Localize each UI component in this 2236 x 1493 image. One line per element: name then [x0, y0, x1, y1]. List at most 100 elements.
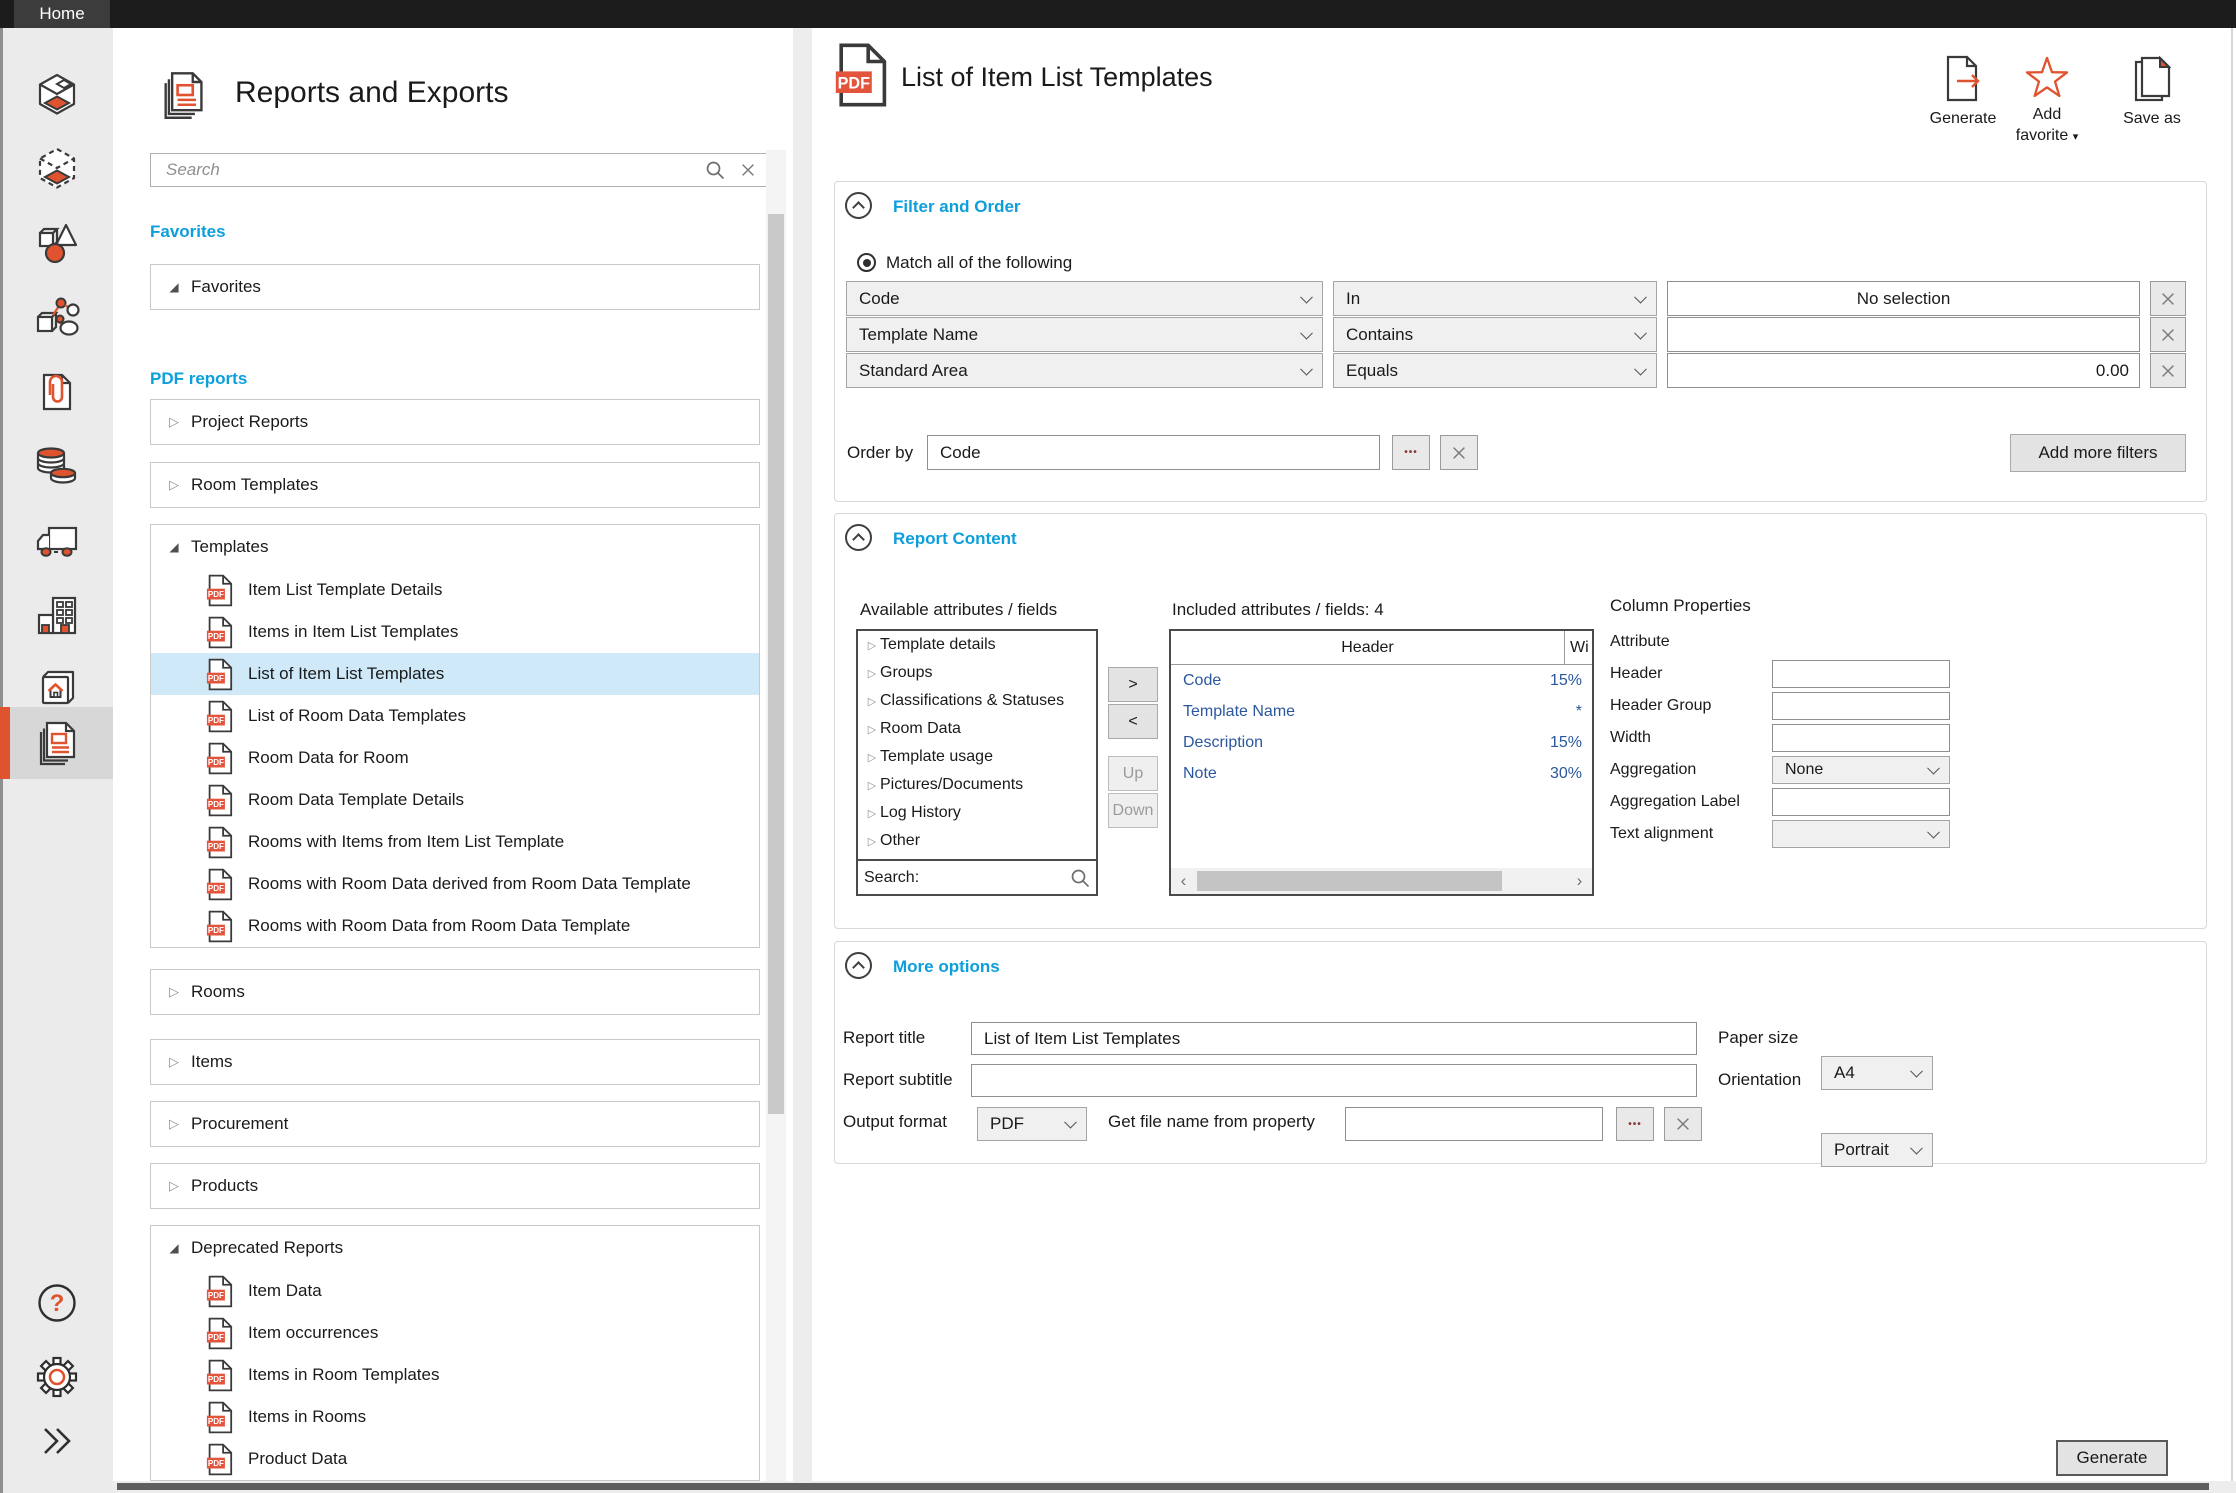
list-item[interactable]: Items in Room Templates — [151, 1354, 759, 1396]
save-as-button[interactable]: Save as — [2106, 56, 2198, 129]
list-item[interactable]: Item Data — [151, 1270, 759, 1312]
scrollbar-thumb[interactable] — [1197, 871, 1502, 891]
move-up-button[interactable]: Up — [1108, 756, 1158, 791]
attribute-dropdown[interactable]: Template Name — [846, 317, 1323, 352]
orientation-dropdown[interactable]: Portrait — [1821, 1133, 1933, 1167]
clear-order-button[interactable] — [1440, 435, 1478, 470]
list-item[interactable]: Room Data for Room — [151, 737, 759, 779]
header-input[interactable] — [1783, 664, 1939, 684]
add-favorite-button[interactable]: Add favorite ▾ — [1999, 56, 2095, 148]
filter-value-field[interactable] — [1667, 317, 2140, 352]
table-row[interactable]: Note30% — [1171, 758, 1592, 789]
group-header-deprecated[interactable]: ◢ Deprecated Reports — [151, 1226, 759, 1270]
report-title-input[interactable] — [982, 1028, 1686, 1050]
collapse-section-button[interactable] — [845, 524, 872, 551]
move-left-button[interactable]: < — [1108, 704, 1158, 739]
search-icon[interactable] — [705, 160, 725, 180]
table-row[interactable]: Template Name* — [1171, 696, 1592, 727]
attribute-dropdown[interactable]: Standard Area — [846, 353, 1323, 388]
attributes-search-row[interactable]: Search: — [858, 859, 1096, 894]
aggregation-dropdown[interactable]: None — [1772, 756, 1950, 784]
group-procurement[interactable]: ▷ Procurement — [150, 1101, 760, 1147]
group-project-reports[interactable]: ▷ Project Reports — [150, 399, 760, 445]
list-item[interactable]: ▷Classifications & Statuses — [858, 687, 1096, 715]
sidebar-item-reports-selected[interactable] — [0, 707, 113, 779]
expand-triangle-icon[interactable]: ◢ — [151, 1241, 189, 1255]
group-room-templates[interactable]: ▷ Room Templates — [150, 462, 760, 508]
list-item[interactable]: Rooms with Items from Item List Template — [151, 821, 759, 863]
list-item[interactable]: Items in Item List Templates — [151, 611, 759, 653]
list-item[interactable]: ▷Log History — [858, 799, 1096, 827]
settings-icon[interactable] — [33, 1353, 81, 1401]
list-item[interactable]: Rooms with Room Data derived from Room D… — [151, 863, 759, 905]
filename-clear-button[interactable] — [1664, 1107, 1702, 1141]
collapse-section-button[interactable] — [845, 952, 872, 979]
tab-home[interactable]: Home — [14, 0, 110, 28]
text-alignment-dropdown[interactable] — [1772, 820, 1950, 848]
filename-property-input[interactable] — [1356, 1113, 1592, 1135]
expand-icon[interactable] — [33, 1417, 81, 1465]
bottom-scrollbar-thumb[interactable] — [117, 1483, 2209, 1490]
list-item[interactable]: ▷Groups — [858, 659, 1096, 687]
attribute-dropdown[interactable]: Code — [846, 281, 1323, 316]
list-item[interactable]: ▷Template usage — [858, 743, 1096, 771]
generate-action-button[interactable]: Generate — [1917, 54, 2009, 129]
filter-value-field[interactable]: No selection — [1667, 281, 2140, 316]
output-format-dropdown[interactable]: PDF — [977, 1107, 1087, 1141]
remove-filter-button[interactable] — [2150, 353, 2186, 388]
remove-filter-button[interactable] — [2150, 317, 2186, 352]
list-item-selected[interactable]: List of Item List Templates — [151, 653, 759, 695]
list-item[interactable]: ▷Room Data — [858, 715, 1096, 743]
expand-triangle-icon[interactable]: ◢ — [151, 540, 189, 554]
remove-filter-button[interactable] — [2150, 281, 2186, 316]
model-icon[interactable] — [33, 71, 81, 119]
aggregation-label-input[interactable] — [1783, 792, 1939, 812]
operator-dropdown[interactable]: Equals — [1333, 353, 1657, 388]
model-outline-icon[interactable] — [33, 145, 81, 193]
move-down-button[interactable]: Down — [1108, 793, 1158, 828]
list-item[interactable]: ▷Template details — [858, 631, 1096, 659]
list-item[interactable]: ▷Other — [858, 827, 1096, 855]
scroll-left-icon[interactable]: ‹ — [1171, 868, 1196, 894]
group-rooms[interactable]: ▷ Rooms — [150, 969, 760, 1015]
list-item[interactable]: Items in Rooms — [151, 1396, 759, 1438]
collapse-triangle-icon[interactable]: ▷ — [151, 1116, 189, 1132]
list-item[interactable]: ▷Pictures/Documents — [858, 771, 1096, 799]
group-favorites[interactable]: ◢ Favorites — [150, 264, 760, 310]
collapse-triangle-icon[interactable]: ▷ — [151, 414, 189, 430]
list-item[interactable]: Room Data Template Details — [151, 779, 759, 821]
building-icon[interactable] — [33, 591, 81, 639]
operator-dropdown[interactable]: In — [1333, 281, 1657, 316]
order-by-more-button[interactable]: ••• — [1392, 435, 1430, 470]
filename-more-button[interactable]: ••• — [1616, 1107, 1654, 1141]
search-input[interactable] — [151, 160, 705, 180]
collapse-triangle-icon[interactable]: ▷ — [858, 807, 880, 820]
collapse-triangle-icon[interactable]: ▷ — [151, 477, 189, 493]
help-icon[interactable] — [33, 1279, 81, 1327]
paper-size-dropdown[interactable]: A4 — [1821, 1056, 1933, 1090]
list-item[interactable]: Rooms with Room Data from Room Data Temp… — [151, 905, 759, 947]
table-row[interactable]: Code15% — [1171, 665, 1592, 696]
list-item[interactable]: Product Data — [151, 1438, 759, 1480]
width-input[interactable] — [1783, 728, 1939, 748]
group-header-templates[interactable]: ◢ Templates — [151, 525, 759, 569]
catalog-icon[interactable] — [33, 665, 81, 713]
collapse-triangle-icon[interactable]: ▷ — [858, 751, 880, 764]
report-subtitle-input[interactable] — [982, 1070, 1686, 1092]
collapse-triangle-icon[interactable]: ▷ — [151, 1178, 189, 1194]
list-item[interactable]: List of Room Data Templates — [151, 695, 759, 737]
header-group-input[interactable] — [1783, 696, 1939, 716]
match-all-radio[interactable] — [857, 253, 876, 272]
operator-dropdown[interactable]: Contains — [1333, 317, 1657, 352]
collapse-triangle-icon[interactable]: ▷ — [151, 1054, 189, 1070]
left-panel-scrollbar-thumb[interactable] — [768, 214, 784, 1114]
attachment-icon[interactable] — [33, 368, 81, 416]
add-more-filters-button[interactable]: Add more filters — [2010, 434, 2186, 472]
filter-value-field[interactable]: 0.00 — [1667, 353, 2140, 388]
collapse-triangle-icon[interactable]: ▷ — [858, 723, 880, 736]
collapse-triangle-icon[interactable]: ▷ — [858, 835, 880, 848]
collapse-triangle-icon[interactable]: ▷ — [858, 667, 880, 680]
group-products[interactable]: ▷ Products — [150, 1163, 760, 1209]
logistics-icon[interactable] — [33, 517, 81, 565]
clear-search-icon[interactable] — [739, 161, 757, 179]
